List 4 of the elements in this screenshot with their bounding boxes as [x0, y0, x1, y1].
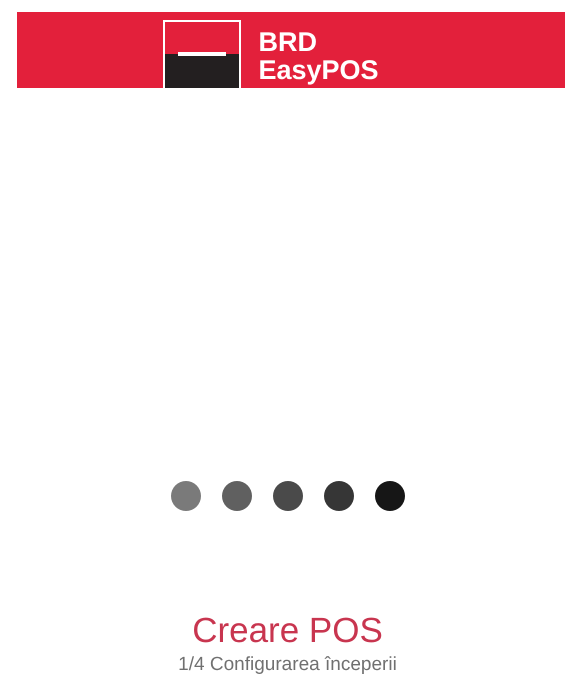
- step-label: 1/4 Configurarea începerii: [178, 653, 397, 677]
- brand-name: BRD: [258, 28, 318, 56]
- screen-title: Creare POS: [192, 611, 383, 651]
- brand-name: EasyPOS: [258, 56, 379, 84]
